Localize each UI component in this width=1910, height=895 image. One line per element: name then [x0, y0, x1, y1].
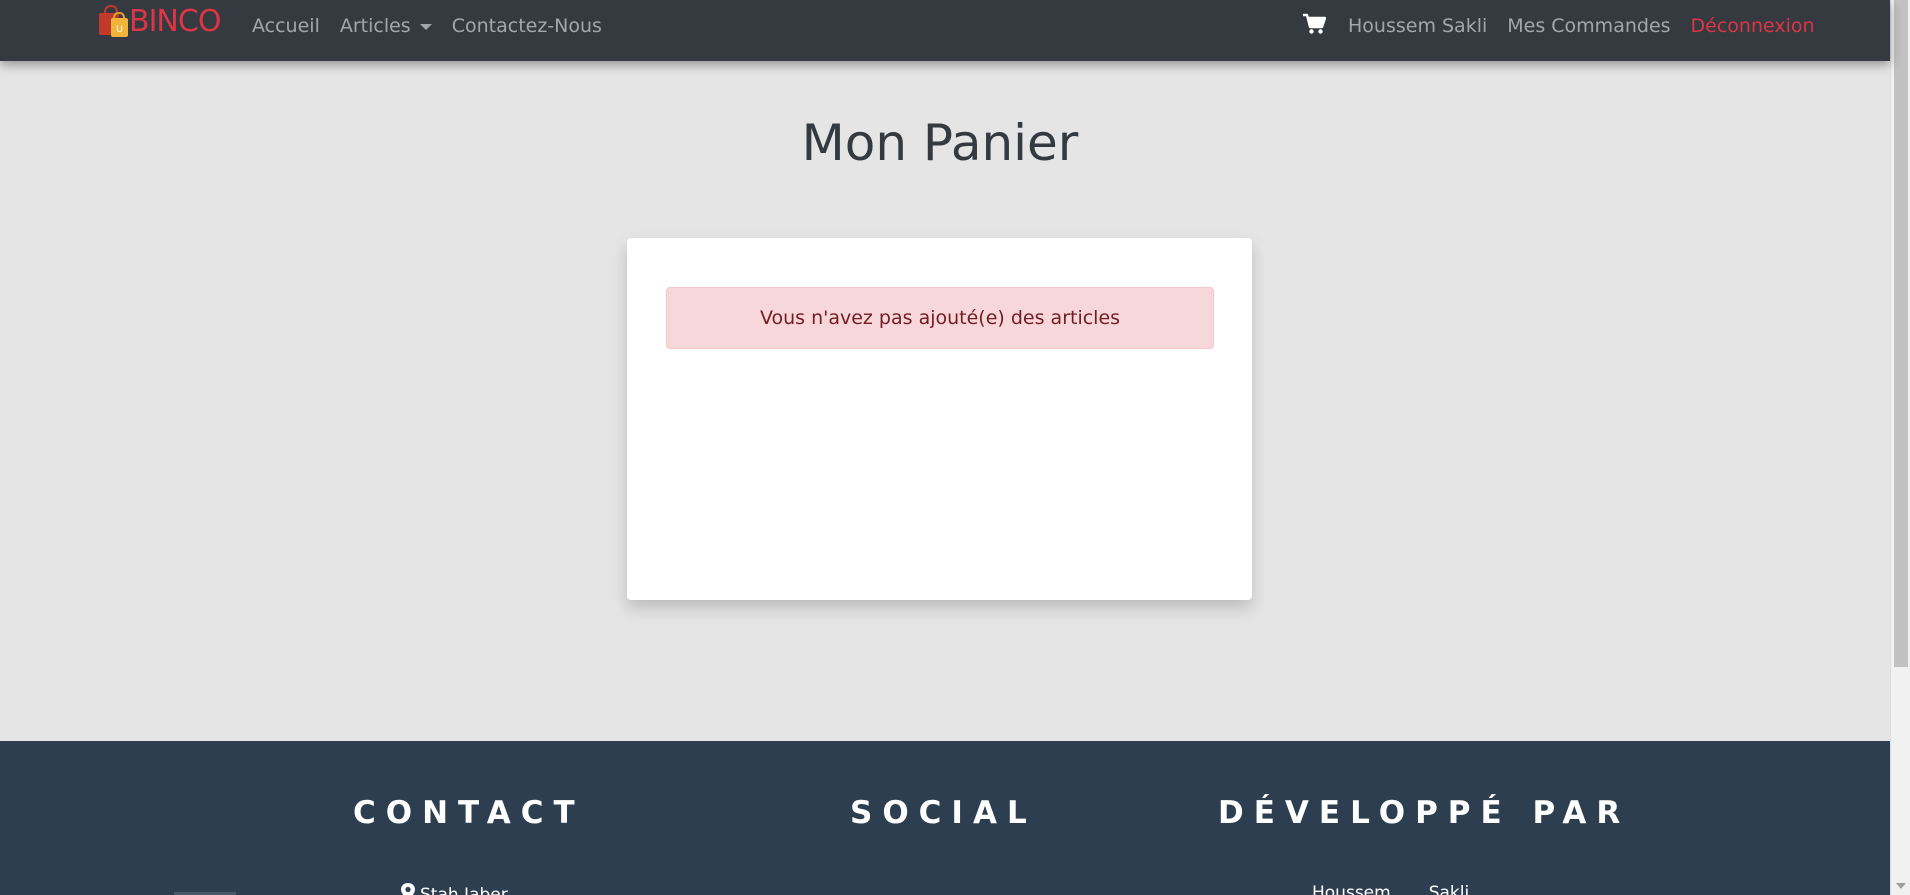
- logout-link[interactable]: Déconnexion: [1691, 15, 1815, 37]
- nav-user-link[interactable]: Houssem Sakli: [1348, 15, 1487, 37]
- scrollbar-thumb[interactable]: [1894, 0, 1908, 667]
- shopping-bag-icon: U: [97, 4, 131, 39]
- footer-contact-heading: CONTACT: [353, 795, 585, 831]
- scroll-down-arrow-icon[interactable]: [1896, 883, 1906, 889]
- top-navbar: U BINCO Accueil Articles Contactez-Nous …: [0, 0, 1890, 61]
- brand-name: BINCO: [129, 4, 221, 39]
- footer-social-heading: SOCIAL: [850, 795, 1037, 831]
- nav-articles-dropdown[interactable]: Articles: [340, 15, 432, 37]
- footer-location-text: Stah Jaber: [420, 884, 508, 895]
- developer-last-name: Sakli: [1428, 883, 1470, 895]
- svg-text:U: U: [116, 25, 123, 35]
- user-nav: Houssem Sakli Mes Commandes Déconnexion: [1302, 0, 1815, 52]
- nav-home-link[interactable]: Accueil: [252, 15, 320, 37]
- footer: CONTACT SOCIAL DÉVELOPPÉ PAR Stah Jaber …: [0, 741, 1890, 895]
- footer-developer-name: Houssem Sakli: [1312, 883, 1469, 895]
- nav-contact-link[interactable]: Contactez-Nous: [452, 15, 602, 37]
- developer-first-name: Houssem: [1312, 883, 1391, 895]
- page-title: Mon Panier: [801, 114, 1079, 172]
- nav-orders-link[interactable]: Mes Commandes: [1507, 15, 1670, 37]
- empty-cart-alert: Vous n'avez pas ajouté(e) des articles: [666, 287, 1214, 349]
- shopping-cart-icon: [1302, 13, 1327, 40]
- primary-nav: Accueil Articles Contactez-Nous: [252, 0, 622, 52]
- footer-developed-by-heading: DÉVELOPPÉ PAR: [1218, 795, 1631, 831]
- cart-link[interactable]: [1302, 13, 1327, 40]
- brand-logo[interactable]: U BINCO: [97, 4, 221, 40]
- nav-articles-label: Articles: [339, 15, 411, 37]
- footer-contact-location: Stah Jaber: [400, 883, 508, 895]
- cart-card: Vous n'avez pas ajouté(e) des articles: [627, 238, 1252, 600]
- caret-down-icon: [419, 24, 432, 30]
- page-scrollbar[interactable]: [1890, 0, 1910, 895]
- map-marker-icon: [400, 883, 420, 895]
